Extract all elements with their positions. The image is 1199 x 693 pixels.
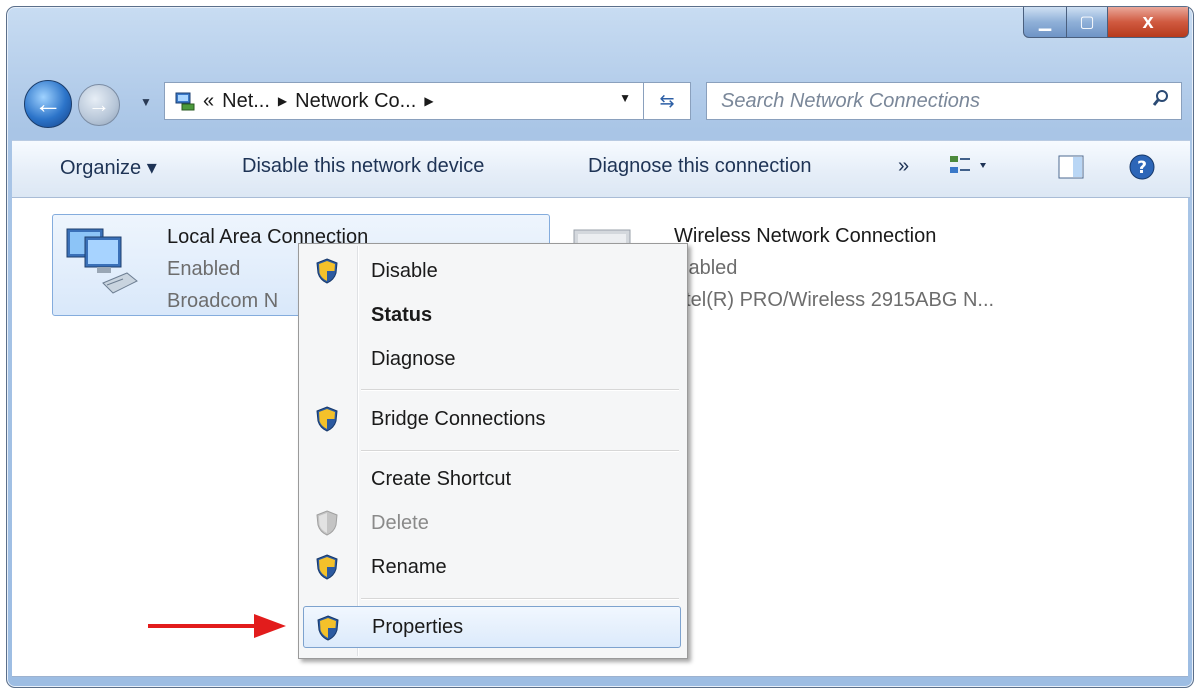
search-input[interactable]: Search Network Connections bbox=[721, 90, 1151, 113]
annotation-arrow-icon bbox=[148, 614, 286, 638]
connection-name: Wireless Network Connection bbox=[674, 225, 937, 247]
connection-device: ntel(R) PRO/Wireless 2915ABG N... bbox=[674, 289, 995, 311]
menu-item-delete: Delete bbox=[303, 502, 681, 544]
breadcrumb-network[interactable]: Net... bbox=[222, 90, 270, 113]
uac-shield-icon bbox=[316, 554, 338, 580]
menu-separator bbox=[361, 598, 679, 600]
preview-pane-button[interactable] bbox=[1058, 155, 1084, 185]
menu-item-label: Delete bbox=[371, 511, 429, 534]
svg-text:?: ? bbox=[1137, 158, 1147, 178]
menu-item-label: Status bbox=[371, 303, 433, 326]
view-options-button[interactable] bbox=[948, 153, 994, 185]
uac-shield-icon bbox=[317, 615, 339, 641]
forward-arrow-icon: → bbox=[88, 92, 110, 117]
menu-item-rename[interactable]: Rename bbox=[303, 546, 681, 588]
menu-item-label: Diagnose bbox=[371, 347, 456, 370]
window-controls: ▁ ▢ x bbox=[1023, 7, 1189, 45]
more-commands-button[interactable]: » bbox=[898, 155, 909, 178]
menu-item-label: Create Shortcut bbox=[371, 467, 512, 490]
address-history-dropdown-icon[interactable]: ▼ bbox=[619, 91, 631, 105]
refresh-button[interactable]: ⇆ bbox=[644, 82, 691, 120]
context-menu: Disable Status Diagnose Bridge Connectio… bbox=[298, 243, 688, 659]
back-button[interactable]: ← bbox=[24, 80, 72, 128]
uac-shield-icon bbox=[316, 258, 338, 284]
menu-item-label: Bridge Connections bbox=[371, 407, 546, 430]
menu-item-label: Rename bbox=[371, 555, 447, 578]
refresh-icon: ⇆ bbox=[659, 90, 675, 111]
address-bar[interactable]: « Net... ▶ Network Co... ▶ ▼ bbox=[164, 82, 644, 120]
help-button[interactable]: ? bbox=[1128, 153, 1156, 187]
close-button[interactable]: x bbox=[1108, 7, 1189, 38]
breadcrumb-separator-icon[interactable]: ▶ bbox=[424, 94, 433, 108]
forward-button[interactable]: → bbox=[78, 84, 120, 126]
search-icon[interactable] bbox=[1151, 88, 1171, 114]
menu-item-create-shortcut[interactable]: Create Shortcut bbox=[303, 458, 681, 500]
breadcrumb-separator-icon[interactable]: ▶ bbox=[278, 94, 287, 108]
network-adapter-icon bbox=[66, 228, 138, 294]
diagnose-connection-button[interactable]: Diagnose this connection bbox=[588, 155, 811, 178]
network-folder-icon bbox=[173, 89, 197, 113]
command-bar: Organize ▾ Disable this network device D… bbox=[12, 140, 1190, 198]
help-icon: ? bbox=[1129, 154, 1155, 180]
menu-item-properties[interactable]: Properties bbox=[303, 606, 681, 648]
menu-item-label: Disable bbox=[371, 259, 438, 282]
back-arrow-icon: ← bbox=[34, 88, 62, 119]
breadcrumb-overflow[interactable]: « bbox=[203, 90, 214, 113]
close-icon: x bbox=[1142, 10, 1154, 33]
minimize-button[interactable]: ▁ bbox=[1023, 7, 1067, 38]
menu-separator bbox=[361, 450, 679, 452]
connection-text: Wireless Network Connection isabled ntel… bbox=[674, 220, 994, 316]
view-icon bbox=[950, 156, 986, 173]
connection-status: isabled bbox=[674, 257, 738, 279]
organize-button[interactable]: Organize ▾ bbox=[60, 155, 157, 180]
maximize-icon: ▢ bbox=[1079, 14, 1095, 31]
minimize-icon: ▁ bbox=[1038, 14, 1052, 31]
maximize-button[interactable]: ▢ bbox=[1067, 7, 1108, 38]
disable-device-button[interactable]: Disable this network device bbox=[242, 155, 484, 178]
search-box[interactable]: Search Network Connections bbox=[706, 82, 1182, 120]
preview-pane-icon bbox=[1058, 155, 1084, 179]
breadcrumb-network-connections[interactable]: Network Co... bbox=[295, 90, 416, 113]
menu-item-status[interactable]: Status bbox=[303, 294, 681, 336]
menu-item-bridge-connections[interactable]: Bridge Connections bbox=[303, 398, 681, 440]
chevron-down-icon: ▼ bbox=[140, 95, 152, 109]
menu-separator bbox=[361, 389, 679, 391]
menu-item-disable[interactable]: Disable bbox=[303, 250, 681, 292]
menu-item-label: Properties bbox=[372, 615, 464, 638]
uac-shield-disabled-icon bbox=[316, 510, 338, 536]
recent-pages-dropdown[interactable]: ▼ bbox=[140, 95, 152, 109]
menu-item-diagnose[interactable]: Diagnose bbox=[303, 338, 681, 380]
uac-shield-icon bbox=[316, 406, 338, 432]
